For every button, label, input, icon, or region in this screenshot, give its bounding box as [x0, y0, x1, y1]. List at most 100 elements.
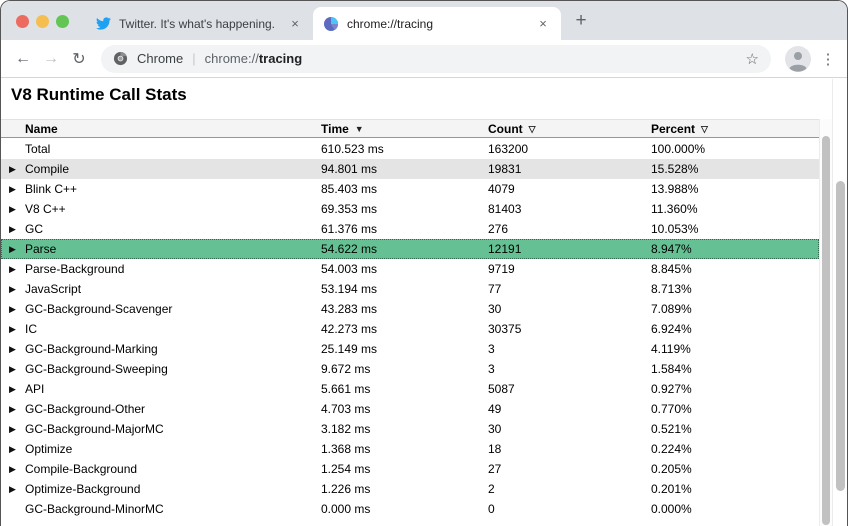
sort-icon: ▽ [701, 124, 708, 134]
tab-close-icon[interactable]: × [535, 16, 551, 31]
table-row[interactable]: ▶ Compile-Background 1.254 ms 27 0.205% [1, 459, 819, 479]
row-name: JavaScript [25, 282, 81, 296]
expand-arrow-icon[interactable]: ▶ [9, 424, 16, 435]
row-percent: 0.000% [651, 502, 692, 516]
table-row[interactable]: ▶ JavaScript 53.194 ms 77 8.713% [1, 279, 819, 299]
row-time: 1.254 ms [321, 462, 370, 476]
row-count: 163200 [488, 142, 528, 156]
row-name: API [25, 382, 44, 396]
row-time: 1.226 ms [321, 482, 370, 496]
tracing-favicon [323, 16, 339, 32]
table-row[interactable]: ▶ GC-Background-MajorMC 3.182 ms 30 0.52… [1, 419, 819, 439]
row-name: GC-Background-Other [25, 402, 145, 416]
expand-arrow-icon[interactable]: ▶ [9, 484, 16, 495]
row-count: 12191 [488, 242, 521, 256]
table-row[interactable]: ▶ Parse 54.622 ms 12191 8.947% [1, 239, 819, 259]
column-header-count[interactable]: Count▽ [488, 122, 536, 136]
row-count: 9719 [488, 262, 515, 276]
page-scrollbar[interactable] [832, 79, 847, 526]
table-row[interactable]: ▶ Blink C++ 85.403 ms 4079 13.988% [1, 179, 819, 199]
tab-close-icon[interactable]: × [287, 16, 303, 31]
table-row[interactable]: GC-Background-MinorMC 0.000 ms 0 0.000% [1, 499, 819, 519]
row-time: 5.661 ms [321, 382, 370, 396]
table-row[interactable]: ▶ Parse-Background 54.003 ms 9719 8.845% [1, 259, 819, 279]
expand-arrow-icon[interactable]: ▶ [9, 204, 16, 215]
table-row[interactable]: ▶ Optimize-Background 1.226 ms 2 0.201% [1, 479, 819, 499]
row-percent: 13.988% [651, 182, 698, 196]
column-header-name[interactable]: Name [25, 122, 64, 136]
table-row[interactable]: ▶ GC-Background-Other 4.703 ms 49 0.770% [1, 399, 819, 419]
expand-arrow-icon[interactable]: ▶ [9, 404, 16, 415]
row-name: Total [25, 142, 50, 156]
profile-avatar[interactable] [785, 46, 811, 72]
table-row[interactable]: ▶ GC-Background-Sweeping 9.672 ms 3 1.58… [1, 359, 819, 379]
browser-window: Twitter. It's what's happening. × chrome… [0, 0, 848, 526]
table-row[interactable]: ▶ Optimize 1.368 ms 18 0.224% [1, 439, 819, 459]
window-close-button[interactable] [16, 15, 29, 28]
table-row[interactable]: ▶ API 5.661 ms 5087 0.927% [1, 379, 819, 399]
table-row[interactable]: ▶ GC-Background-Marking 25.149 ms 3 4.11… [1, 339, 819, 359]
table-scrollbar[interactable] [819, 119, 832, 526]
row-percent: 0.224% [651, 442, 692, 456]
tab-tracing[interactable]: chrome://tracing × [313, 7, 561, 40]
table-row[interactable]: ▶ GC-Background-Scavenger 43.283 ms 30 7… [1, 299, 819, 319]
window-minimize-button[interactable] [36, 15, 49, 28]
tab-title: chrome://tracing [347, 17, 529, 31]
table-header: Name Time▼ Count▽ Percent▽ [1, 119, 819, 138]
row-percent: 0.201% [651, 482, 692, 496]
expand-arrow-icon[interactable]: ▶ [9, 164, 16, 175]
table-body: Total 610.523 ms 163200 100.000% ▶ Compi… [1, 139, 819, 519]
row-percent: 4.119% [651, 342, 691, 356]
expand-arrow-icon[interactable]: ▶ [9, 264, 16, 275]
back-icon[interactable]: ← [9, 45, 37, 73]
forward-icon[interactable]: → [37, 45, 65, 73]
window-maximize-button[interactable] [56, 15, 69, 28]
reload-icon[interactable]: ↻ [65, 45, 93, 73]
address-bar[interactable]: Chrome | chrome://tracing ☆ [101, 45, 771, 73]
expand-arrow-icon[interactable]: ▶ [9, 224, 16, 235]
expand-arrow-icon[interactable]: ▶ [9, 304, 16, 315]
table-row[interactable]: ▶ Compile 94.801 ms 19831 15.528% [1, 159, 819, 179]
twitter-bird-icon [95, 16, 111, 32]
table-row[interactable]: ▶ V8 C++ 69.353 ms 81403 11.360% [1, 199, 819, 219]
tab-title: Twitter. It's what's happening. [119, 17, 281, 31]
row-count: 27 [488, 462, 501, 476]
expand-arrow-icon[interactable]: ▶ [9, 184, 16, 195]
table-row[interactable]: ▶ IC 42.273 ms 30375 6.924% [1, 319, 819, 339]
row-name: Parse-Background [25, 262, 124, 276]
row-count: 49 [488, 402, 501, 416]
expand-arrow-icon[interactable]: ▶ [9, 364, 16, 375]
page-scrollbar-thumb[interactable] [836, 181, 845, 491]
url-host: tracing [259, 51, 302, 66]
table-scrollbar-thumb[interactable] [822, 136, 830, 525]
column-header-percent[interactable]: Percent▽ [651, 122, 708, 136]
column-header-time[interactable]: Time▼ [321, 122, 364, 136]
row-percent: 0.205% [651, 462, 692, 476]
row-name: V8 C++ [25, 202, 66, 216]
expand-arrow-icon[interactable]: ▶ [9, 244, 16, 255]
row-time: 54.003 ms [321, 262, 377, 276]
row-time: 1.368 ms [321, 442, 370, 456]
row-name: Parse [25, 242, 56, 256]
expand-arrow-icon[interactable]: ▶ [9, 344, 16, 355]
expand-arrow-icon[interactable]: ▶ [9, 384, 16, 395]
expand-arrow-icon[interactable]: ▶ [9, 284, 16, 295]
row-count: 18 [488, 442, 501, 456]
sort-desc-icon: ▼ [355, 124, 364, 134]
new-tab-button[interactable]: + [567, 7, 595, 35]
url-scheme: chrome:// [205, 51, 259, 66]
row-time: 25.149 ms [321, 342, 377, 356]
expand-arrow-icon[interactable]: ▶ [9, 444, 16, 455]
row-time: 94.801 ms [321, 162, 377, 176]
bookmark-star-icon[interactable]: ☆ [746, 50, 759, 68]
row-count: 276 [488, 222, 508, 236]
row-time: 42.273 ms [321, 322, 377, 336]
table-row[interactable]: Total 610.523 ms 163200 100.000% [1, 139, 819, 159]
table-row[interactable]: ▶ GC 61.376 ms 276 10.053% [1, 219, 819, 239]
expand-arrow-icon[interactable]: ▶ [9, 464, 16, 475]
chrome-logo-icon [113, 51, 128, 66]
row-name: Compile-Background [25, 462, 137, 476]
expand-arrow-icon[interactable]: ▶ [9, 324, 16, 335]
chrome-menu-icon[interactable]: ⋮ [817, 50, 839, 68]
tab-twitter[interactable]: Twitter. It's what's happening. × [85, 7, 313, 40]
